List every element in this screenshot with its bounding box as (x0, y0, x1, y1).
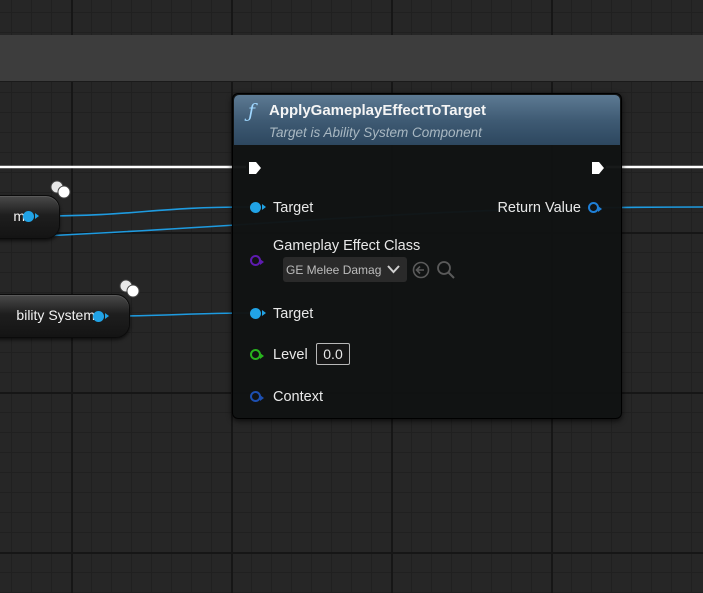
comment-band (0, 35, 703, 82)
left-node-b-label: bility System (16, 307, 95, 323)
target-pin-2[interactable] (250, 308, 266, 319)
browse-icon[interactable] (436, 260, 456, 280)
node-header[interactable]: ƒ ApplyGameplayEffectToTarget Target is … (234, 95, 620, 145)
dropdown-value: GE Melee Damage (286, 263, 382, 277)
node-subtitle: Target is Ability System Component (269, 125, 482, 140)
exec-out-icon[interactable] (591, 161, 605, 175)
level-input[interactable]: 0.0 (316, 343, 350, 365)
chevron-down-icon (387, 265, 400, 274)
left-node-a[interactable]: m (0, 195, 60, 239)
target-label: Target (273, 200, 314, 216)
left-node-b[interactable]: bility System (0, 294, 130, 338)
context-label: Context (273, 389, 323, 405)
context-sensitive-icon (50, 180, 71, 199)
target-pin[interactable] (250, 202, 266, 213)
return-value-pin[interactable] (588, 202, 602, 213)
apply-gameplay-effect-node[interactable]: ƒ ApplyGameplayEffectToTarget Target is … (232, 93, 622, 419)
exec-in-icon[interactable] (248, 161, 262, 175)
gameplay-effect-class-pin[interactable] (250, 255, 264, 266)
target-label-2: Target (273, 306, 314, 322)
gameplay-effect-class-dropdown[interactable]: GE Melee Damage (283, 257, 407, 282)
gameplay-effect-class-label: Gameplay Effect Class (273, 238, 421, 254)
context-pin[interactable] (250, 391, 264, 402)
return-value-label: Return Value (497, 200, 581, 216)
node-title: ApplyGameplayEffectToTarget (269, 102, 486, 119)
asc-target-wire (109, 312, 251, 317)
level-label: Level (273, 347, 308, 363)
left-node-a-output-pin[interactable] (23, 211, 39, 222)
use-selected-icon[interactable] (412, 261, 430, 279)
target-wire (39, 206, 251, 217)
left-node-b-output-pin[interactable] (93, 311, 109, 322)
context-sensitive-icon (119, 279, 140, 298)
function-icon: ƒ (248, 100, 256, 122)
level-pin[interactable] (250, 349, 264, 360)
